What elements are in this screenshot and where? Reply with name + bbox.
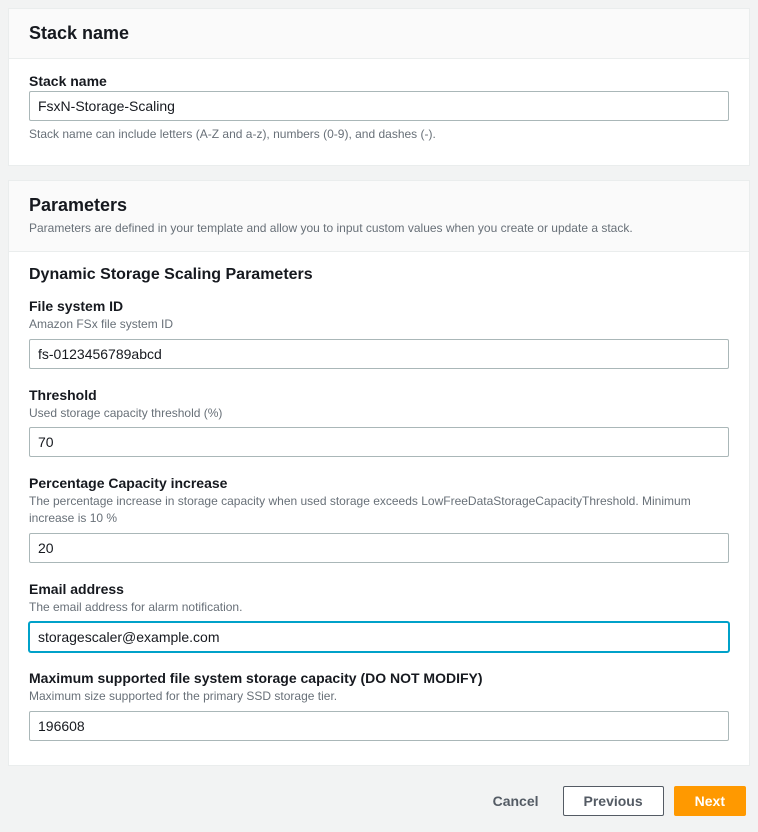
stack-name-body: Stack name Stack name can include letter…: [9, 59, 749, 165]
file-system-id-label: File system ID: [29, 298, 729, 314]
max-capacity-desc: Maximum size supported for the primary S…: [29, 688, 729, 705]
email-field: Email address The email address for alar…: [29, 581, 729, 652]
stack-name-panel: Stack name Stack name Stack name can inc…: [8, 8, 750, 166]
parameters-panel: Parameters Parameters are defined in you…: [8, 180, 750, 766]
next-button[interactable]: Next: [674, 786, 746, 816]
stack-name-title: Stack name: [29, 23, 729, 44]
stack-name-hint: Stack name can include letters (A-Z and …: [29, 127, 729, 141]
cancel-button[interactable]: Cancel: [479, 787, 553, 815]
stack-name-field: Stack name Stack name can include letter…: [29, 73, 729, 141]
percentage-increase-field: Percentage Capacity increase The percent…: [29, 475, 729, 563]
percentage-increase-input[interactable]: [29, 533, 729, 563]
email-input[interactable]: [29, 622, 729, 652]
parameters-subtitle: Parameters are defined in your template …: [29, 220, 729, 237]
file-system-id-field: File system ID Amazon FSx file system ID: [29, 298, 729, 369]
parameters-title: Parameters: [29, 195, 729, 216]
dynamic-storage-section-title: Dynamic Storage Scaling Parameters: [29, 266, 729, 284]
parameters-body: Dynamic Storage Scaling Parameters File …: [9, 252, 749, 765]
percentage-increase-label: Percentage Capacity increase: [29, 475, 729, 491]
max-capacity-label: Maximum supported file system storage ca…: [29, 670, 729, 686]
parameters-header: Parameters Parameters are defined in you…: [9, 181, 749, 252]
stack-name-label: Stack name: [29, 73, 729, 89]
file-system-id-input[interactable]: [29, 339, 729, 369]
email-desc: The email address for alarm notification…: [29, 599, 729, 616]
max-capacity-field: Maximum supported file system storage ca…: [29, 670, 729, 741]
email-label: Email address: [29, 581, 729, 597]
wizard-footer: Cancel Previous Next: [8, 780, 750, 824]
threshold-field: Threshold Used storage capacity threshol…: [29, 387, 729, 458]
threshold-desc: Used storage capacity threshold (%): [29, 405, 729, 422]
threshold-input[interactable]: [29, 427, 729, 457]
percentage-increase-desc: The percentage increase in storage capac…: [29, 493, 729, 527]
file-system-id-desc: Amazon FSx file system ID: [29, 316, 729, 333]
stack-name-header: Stack name: [9, 9, 749, 59]
stack-name-input[interactable]: [29, 91, 729, 121]
max-capacity-input[interactable]: [29, 711, 729, 741]
threshold-label: Threshold: [29, 387, 729, 403]
previous-button[interactable]: Previous: [563, 786, 664, 816]
